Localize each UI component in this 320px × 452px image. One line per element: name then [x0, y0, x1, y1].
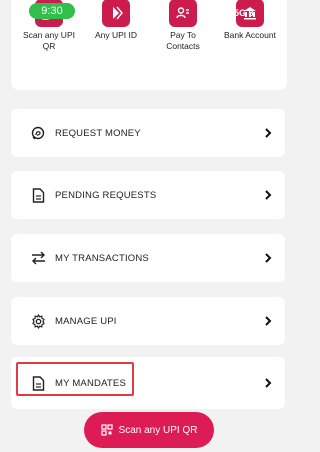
selection-highlight [16, 362, 134, 396]
quick-action-label: Any UPI ID [94, 30, 138, 40]
scan-upi-qr-button[interactable]: Scan any UPI QR [84, 412, 214, 448]
menu-item-label: MANAGE UPI [55, 315, 117, 327]
gear-icon [30, 313, 46, 329]
menu-item-label: MY TRANSACTIONS [55, 252, 149, 264]
menu-item-request-money[interactable]: REQUEST MONEY [11, 109, 285, 157]
chevron-right-icon [265, 378, 272, 388]
bank-account-tile[interactable]: Bank Account [220, 0, 280, 41]
chevron-right-icon [265, 190, 272, 200]
menu-item-label: PENDING REQUESTS [55, 189, 157, 201]
chevron-right-icon [265, 128, 272, 138]
status-time: 9:30 [29, 3, 75, 19]
quick-action-label: Pay To Contacts [166, 30, 200, 51]
transfer-arrows-icon [30, 250, 46, 266]
menu-item-pending-requests[interactable]: PENDING REQUESTS [11, 171, 285, 219]
request-money-icon [30, 125, 46, 141]
quick-action-label: Scan any UPI QR [23, 30, 75, 51]
menu-item-manage-upi[interactable]: MANAGE UPI [11, 297, 285, 345]
chevron-right-icon [265, 316, 272, 326]
pay-to-contacts-tile[interactable]: Pay To Contacts [153, 0, 213, 52]
quick-action-label: Bank Account [224, 30, 276, 40]
menu-item-my-transactions[interactable]: MY TRANSACTIONS [11, 234, 285, 282]
chevron-right-icon [265, 253, 272, 263]
any-upi-id-tile[interactable]: Any UPI ID [86, 0, 146, 41]
upi-logo-icon [102, 0, 130, 27]
contacts-icon [169, 0, 197, 27]
menu-item-label: REQUEST MONEY [55, 127, 141, 139]
fab-label: Scan any UPI QR [118, 424, 198, 436]
document-icon [30, 187, 46, 203]
status-indicators: 5G 8 [234, 8, 254, 18]
qr-code-icon [100, 424, 113, 436]
